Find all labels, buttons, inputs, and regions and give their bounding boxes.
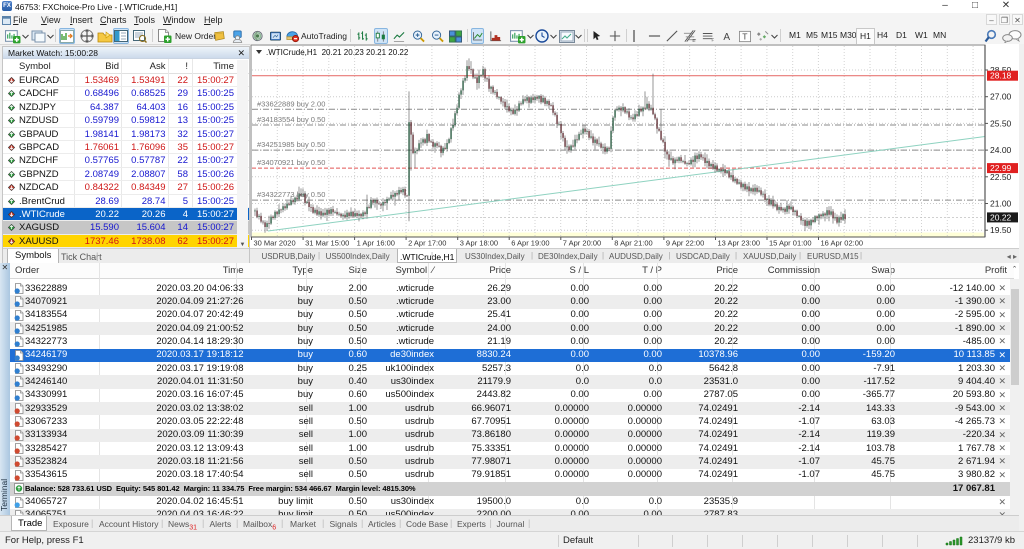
svg-text:24.00: 24.00 xyxy=(990,145,1012,155)
svg-text:7 Apr 20:00: 7 Apr 20:00 xyxy=(563,239,601,248)
svg-text:15 Apr 01:00: 15 Apr 01:00 xyxy=(769,239,812,248)
svg-text:8 Apr 21:00: 8 Apr 21:00 xyxy=(614,239,652,248)
svg-text:2 Apr 17:00: 2 Apr 17:00 xyxy=(408,239,446,248)
svg-text:#34070921 buy 0.50: #34070921 buy 0.50 xyxy=(257,158,325,167)
svg-text:25.50: 25.50 xyxy=(990,118,1012,128)
svg-text:3 Apr 18:00: 3 Apr 18:00 xyxy=(460,239,498,248)
svg-text:13 Apr 23:00: 13 Apr 23:00 xyxy=(718,239,761,248)
svg-text:9 Apr 22:00: 9 Apr 22:00 xyxy=(666,239,704,248)
svg-text:27.00: 27.00 xyxy=(990,92,1012,102)
svg-text:1 Apr 16:00: 1 Apr 16:00 xyxy=(357,239,395,248)
svg-text:#33622889 buy 2.00: #33622889 buy 2.00 xyxy=(257,99,325,108)
svg-text:A: A xyxy=(723,32,730,42)
svg-text:20.22: 20.22 xyxy=(990,212,1012,222)
svg-text:16 Apr 02:00: 16 Apr 02:00 xyxy=(821,239,864,248)
svg-text:28.18: 28.18 xyxy=(990,71,1012,81)
svg-text:6 Apr 19:00: 6 Apr 19:00 xyxy=(511,239,549,248)
svg-text:21.00: 21.00 xyxy=(990,199,1012,209)
svg-text:#34251985 buy 0.50: #34251985 buy 0.50 xyxy=(257,140,325,149)
svg-text:#34183554 buy 0.50: #34183554 buy 0.50 xyxy=(257,115,325,124)
svg-text:E: E xyxy=(692,38,695,43)
svg-text:19.50: 19.50 xyxy=(990,225,1012,235)
svg-text:F: F xyxy=(712,37,715,42)
svg-text:31 Mar 15:00: 31 Mar 15:00 xyxy=(305,239,349,248)
svg-text:T: T xyxy=(742,31,748,41)
svg-text:22.99: 22.99 xyxy=(990,163,1012,173)
svg-text:30 Mar 2020: 30 Mar 2020 xyxy=(254,239,296,248)
svg-text:22.50: 22.50 xyxy=(990,172,1012,182)
svg-text:.WTICrude,H1 20.21 20.23 20.2: .WTICrude,H1 20.21 20.23 20.21 20.22 xyxy=(266,48,409,57)
svg-text:#34322773 buy 0.50: #34322773 buy 0.50 xyxy=(257,190,325,199)
